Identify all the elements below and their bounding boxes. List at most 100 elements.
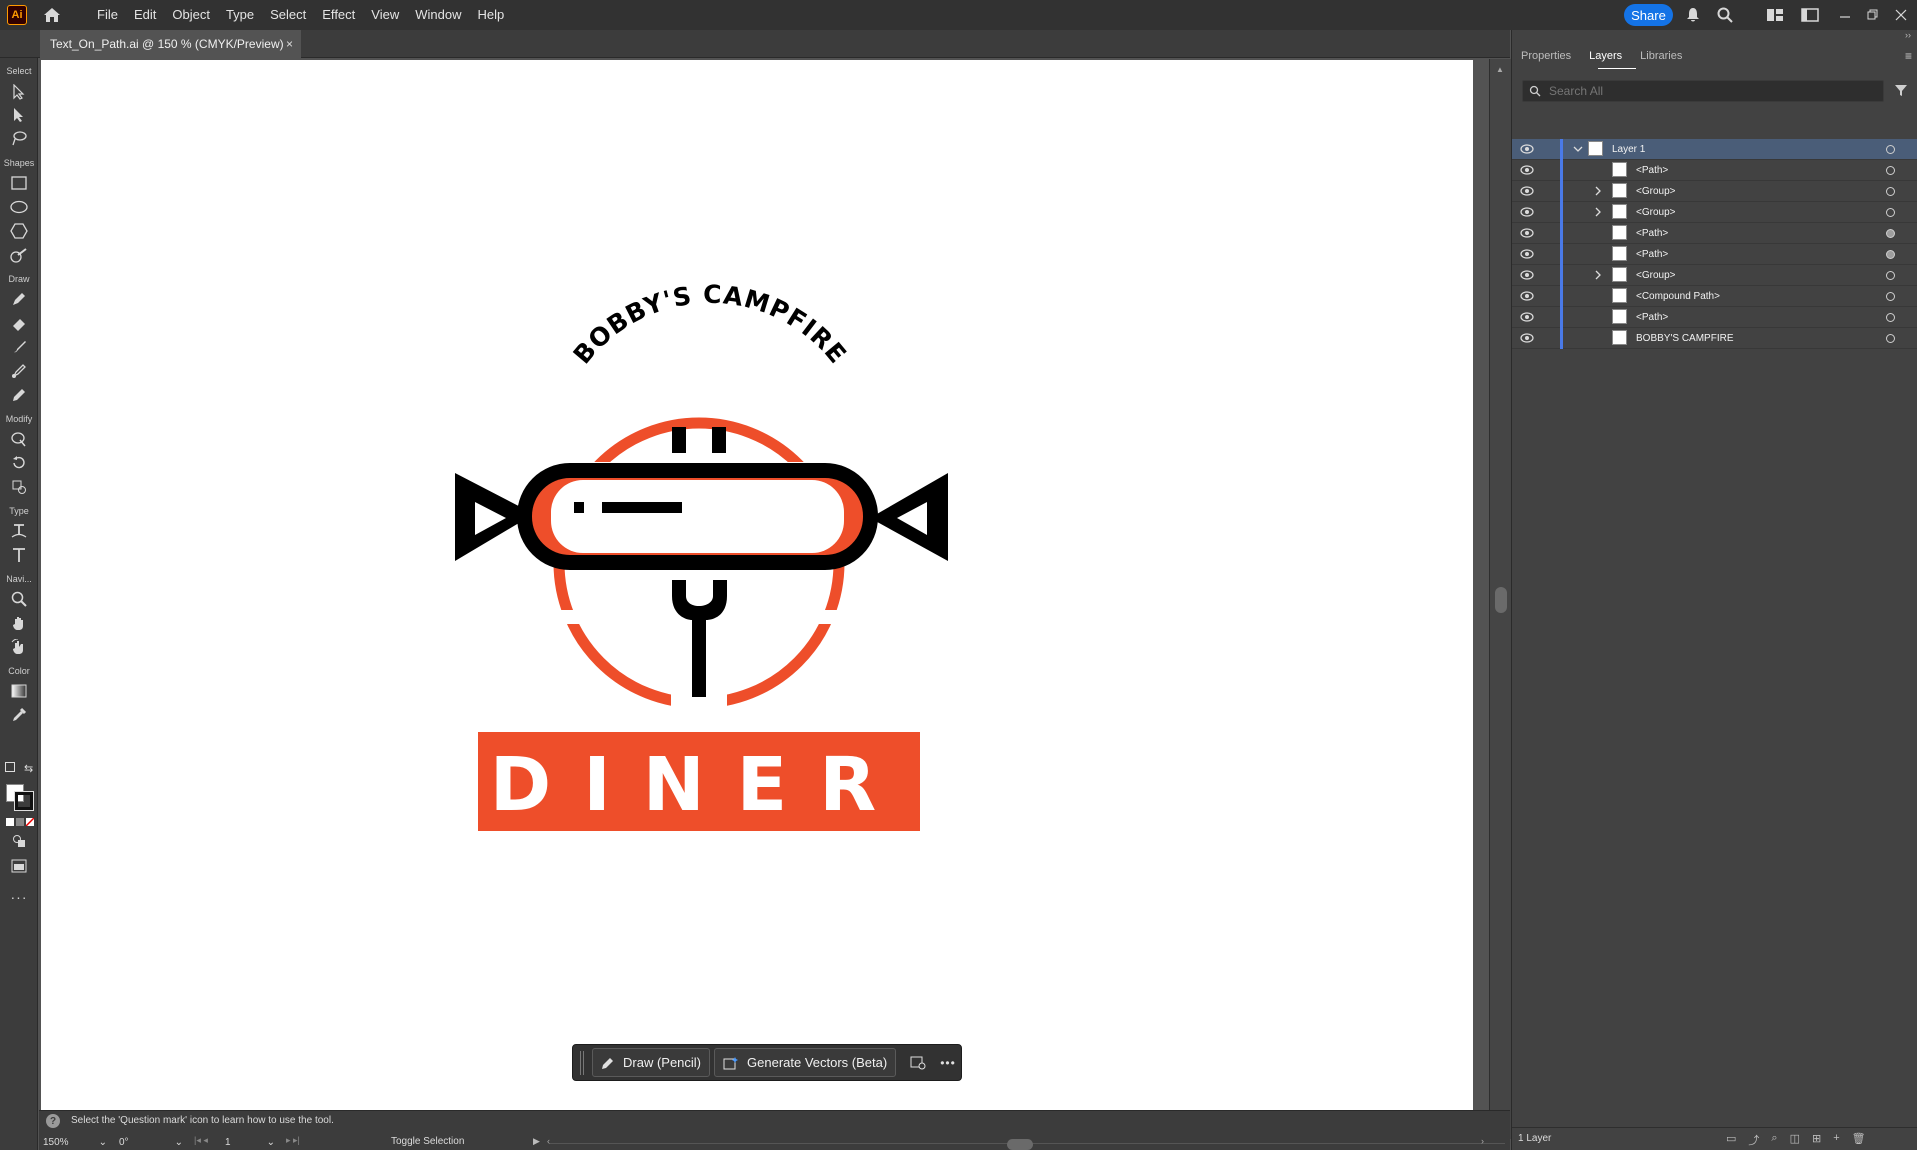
pen-tool-icon[interactable] <box>7 288 31 310</box>
visibility-eye-icon[interactable] <box>1520 206 1534 218</box>
layers-search-input[interactable] <box>1549 84 1849 98</box>
rotate-tool-icon[interactable] <box>7 452 31 474</box>
share-button[interactable]: Share <box>1624 4 1673 26</box>
layer-name[interactable]: BOBBY'S CAMPFIRE <box>1636 333 1734 344</box>
close-tab-icon[interactable]: × <box>286 37 293 51</box>
fork[interactable] <box>672 580 727 697</box>
visibility-eye-icon[interactable] <box>1520 269 1534 281</box>
shaper-tool-icon[interactable] <box>7 244 31 266</box>
free-transform-tool-icon[interactable] <box>7 476 31 498</box>
create-new-layer-icon[interactable]: + <box>1833 1132 1839 1148</box>
rotation-dropdown[interactable]: 0° ⌄ <box>119 1134 183 1150</box>
filter-icon[interactable] <box>1894 83 1908 100</box>
more-options-icon[interactable]: ••• <box>940 1056 956 1070</box>
vertical-scroll-thumb[interactable] <box>1495 587 1507 613</box>
sausage-dash[interactable] <box>602 502 682 513</box>
layer-row[interactable]: <Path> <box>1512 244 1917 265</box>
collect-for-export-icon[interactable]: ▭ <box>1726 1132 1736 1148</box>
visibility-eye-icon[interactable] <box>1520 332 1534 344</box>
arc-text[interactable]: BOBBY'S CAMPFIRE <box>568 280 853 370</box>
delete-layer-icon[interactable]: 🗑 <box>1852 1132 1866 1148</box>
artboard-navigator[interactable]: 1 ⌄ <box>225 1134 275 1150</box>
visibility-eye-icon[interactable] <box>1520 311 1534 323</box>
menu-edit[interactable]: Edit <box>126 0 164 30</box>
image-settings-icon[interactable] <box>910 1055 926 1071</box>
search-icon[interactable] <box>1715 5 1735 25</box>
screen-mode-icon[interactable] <box>7 855 31 877</box>
eyedropper-tool-icon[interactable] <box>7 704 31 726</box>
target-circle-icon[interactable] <box>1886 250 1895 259</box>
type-tool-icon[interactable] <box>7 544 31 566</box>
chevron-right-icon[interactable] <box>1592 269 1604 281</box>
paintbrush-tool-icon[interactable] <box>7 336 31 358</box>
layer-row[interactable]: <Group> <box>1512 265 1917 286</box>
ellipse-tool-icon[interactable] <box>7 196 31 218</box>
status-menu-arrow-icon[interactable]: ▶ <box>533 1136 540 1147</box>
layer-name[interactable]: <Group> <box>1636 186 1675 197</box>
steam-mark-right[interactable] <box>712 427 726 453</box>
scroll-left-icon[interactable]: ‹ <box>547 1136 550 1146</box>
layer-row[interactable]: <Path> <box>1512 223 1917 244</box>
rectangle-tool-icon[interactable] <box>7 172 31 194</box>
target-circle-icon[interactable] <box>1886 166 1895 175</box>
make-clipping-mask-icon[interactable]: ◫ <box>1790 1132 1800 1148</box>
menu-view[interactable]: View <box>363 0 407 30</box>
layer-name[interactable]: <Path> <box>1636 312 1668 323</box>
diner-text[interactable]: DINER <box>490 742 908 828</box>
visibility-eye-icon[interactable] <box>1520 185 1534 197</box>
lasso-tool-icon[interactable] <box>7 127 31 149</box>
layer-row[interactable]: <Compound Path> <box>1512 286 1917 307</box>
menu-type[interactable]: Type <box>218 0 262 30</box>
minimize-icon[interactable] <box>1835 5 1855 25</box>
chevron-down-icon[interactable] <box>1572 143 1584 155</box>
layer-row[interactable]: <Group> <box>1512 202 1917 223</box>
layer-row[interactable]: BOBBY'S CAMPFIRE <box>1512 328 1917 349</box>
layer-name[interactable]: <Group> <box>1636 270 1675 281</box>
swap-colors-icon[interactable]: ⇆ <box>24 762 33 775</box>
home-icon[interactable] <box>41 4 63 26</box>
horizontal-scroll-thumb[interactable] <box>1007 1139 1033 1150</box>
first-artboard-icon[interactable]: |◂ ◂ <box>194 1135 208 1146</box>
bell-icon[interactable] <box>1683 5 1703 25</box>
menu-file[interactable]: File <box>89 0 126 30</box>
steam-mark-left[interactable] <box>672 427 686 453</box>
eraser-tool-icon[interactable] <box>7 312 31 334</box>
gradient-tool-icon[interactable] <box>7 680 31 702</box>
visibility-eye-icon[interactable] <box>1520 227 1534 239</box>
zoom-tool-icon[interactable] <box>7 588 31 610</box>
menu-select[interactable]: Select <box>262 0 314 30</box>
shape-builder-tool-icon[interactable] <box>7 428 31 450</box>
layer-name[interactable]: <Group> <box>1636 207 1675 218</box>
vertical-scrollbar[interactable]: ▲ ▼ <box>1489 59 1511 1139</box>
stroke-swatch[interactable] <box>14 791 34 811</box>
target-circle-icon[interactable] <box>1886 334 1895 343</box>
chevron-right-icon[interactable] <box>1592 185 1604 197</box>
target-circle-icon[interactable] <box>1886 292 1895 301</box>
selection-tool-icon[interactable] <box>7 81 31 103</box>
pencil-tool-icon[interactable] <box>7 384 31 406</box>
draw-mode-icon[interactable] <box>7 830 31 852</box>
menu-object[interactable]: Object <box>164 0 218 30</box>
visibility-eye-icon[interactable] <box>1520 248 1534 260</box>
scroll-up-icon[interactable]: ▲ <box>1496 65 1504 74</box>
workspace-icon[interactable] <box>1765 5 1785 25</box>
layer-row[interactable]: <Group> <box>1512 181 1917 202</box>
menu-effect[interactable]: Effect <box>314 0 363 30</box>
artwork[interactable]: BOBBY'S CAMPFIRE DINER <box>41 60 1473 1110</box>
create-sublayer-icon[interactable]: ⊞ <box>1812 1132 1821 1148</box>
visibility-eye-icon[interactable] <box>1520 290 1534 302</box>
more-tools-icon[interactable]: ··· <box>7 886 31 908</box>
sausage-inner[interactable] <box>551 480 844 553</box>
artboard[interactable]: BOBBY'S CAMPFIRE DINER <box>41 60 1473 1110</box>
draw-pencil-button[interactable]: Draw (Pencil) <box>592 1048 711 1077</box>
tab-properties[interactable]: Properties <box>1512 45 1580 67</box>
last-artboard-icon[interactable]: ▸ ▸| <box>286 1135 300 1146</box>
hand-tool-icon[interactable] <box>7 612 31 634</box>
layer-row-layer-1[interactable]: Layer 1 <box>1512 139 1917 160</box>
visibility-eye-icon[interactable] <box>1520 164 1534 176</box>
taskbar-grip-icon[interactable] <box>580 1050 584 1075</box>
layer-name[interactable]: <Path> <box>1636 165 1668 176</box>
layer-name[interactable]: <Compound Path> <box>1636 291 1720 302</box>
default-colors-icon[interactable] <box>5 762 15 772</box>
type-on-path-tool-icon[interactable] <box>7 520 31 542</box>
